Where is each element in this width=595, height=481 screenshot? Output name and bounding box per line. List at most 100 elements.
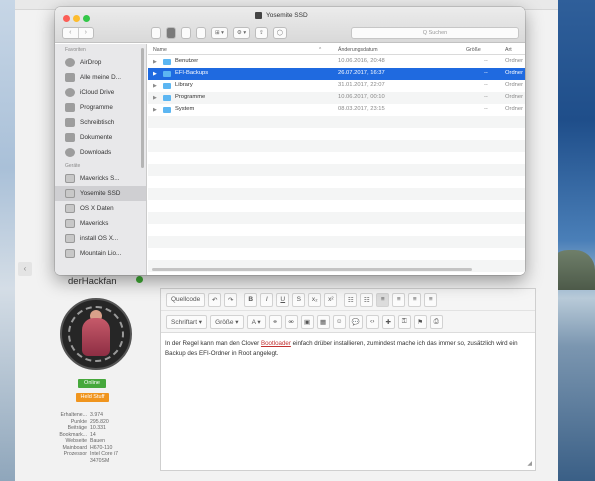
table-row[interactable]: ▶ Library 31.01.2017, 22:07 -- Ordner [148,80,525,92]
forward-button[interactable]: › [79,28,94,38]
collapse-arrow-icon[interactable]: ‹ [18,262,32,276]
resize-handle-icon[interactable]: ◢ [527,460,532,467]
column-size[interactable]: Größe [466,47,481,53]
subscript-button[interactable]: x₂ [308,292,322,307]
avatar[interactable] [60,298,132,370]
reply-editor[interactable]: Quellcode ↶ ↷ B I U S x₂ x² ☷ ☷ ≡ ≡ ≡ ≡ … [160,288,536,471]
table-row[interactable]: ▶ Benutzer 10.06.2016, 20:48 -- Ordner [148,56,525,68]
horizontal-scrollbar[interactable] [152,268,472,271]
align-right-button[interactable]: ≡ [408,292,422,307]
tag-button[interactable]: ◯ [272,27,287,39]
strikethrough-button[interactable]: S [292,292,306,307]
desktop-icon [65,118,75,127]
nav-buttons: ‹ › [62,27,94,39]
finder-toolbar: ⊞ ▾ ⚙ ▾ ⇪ ◯ [151,27,292,39]
table-icon[interactable]: ▦ [316,314,330,329]
sidebar-item-device[interactable]: Mavericks [55,216,146,231]
empty-row [148,236,525,248]
drive-icon [65,204,75,213]
download-icon [65,148,75,157]
link-icon[interactable]: ⚭ [268,314,282,329]
font-family-select[interactable]: Schriftart ▾ [166,314,208,329]
list-view-button[interactable] [166,27,176,39]
align-center-button[interactable]: ≡ [392,292,406,307]
code-icon[interactable]: ‹› [365,314,379,329]
unlink-icon[interactable]: ⚮ [284,314,298,329]
author-username[interactable]: derHackfan [68,276,117,287]
undo-button[interactable]: ↶ [208,292,222,307]
sidebar-item-device[interactable]: install OS X... [55,231,146,246]
editor-text[interactable]: In der Regel kann man den Clover Bootloa… [165,339,531,359]
bullet-list-button[interactable]: ☷ [344,292,358,307]
window-title: Yosemite SSD [255,12,308,19]
italic-button[interactable]: I [260,292,274,307]
table-row-selected[interactable]: ▶ EFI-Backups 26.07.2017, 16:37 -- Ordner [148,68,525,80]
bold-button[interactable]: B [244,292,258,307]
search-input[interactable]: Q Suchen [351,27,519,39]
disclosure-triangle-icon[interactable]: ▶ [153,107,157,113]
column-kind[interactable]: Art [505,47,512,53]
share-button[interactable]: ⇪ [255,27,268,39]
underline-button[interactable]: U [276,292,290,307]
redo-button[interactable]: ↷ [224,292,238,307]
document-icon [65,133,75,142]
sidebar-item-applications[interactable]: Programme [55,100,146,115]
sidebar-item-icloud[interactable]: iCloud Drive [55,85,146,100]
disclosure-triangle-icon[interactable]: ▶ [153,95,157,101]
font-size-select[interactable]: Größe ▾ [210,314,244,329]
smiley-icon[interactable]: ☺ [332,314,346,329]
sidebar-item-documents[interactable]: Dokumente [55,130,146,145]
flag-icon[interactable]: ⚑ [413,314,427,329]
finder-sidebar: Favoriten AirDrop Alle meine D... iCloud… [55,44,147,275]
disclosure-triangle-icon[interactable]: ▶ [153,83,157,89]
source-code-button[interactable]: Quellcode [166,292,206,307]
table-row[interactable]: ▶ Programme 10.06.2017, 00:10 -- Ordner [148,92,525,104]
applications-icon [65,103,75,112]
image-icon[interactable]: ▣ [300,314,314,329]
author-stats: Erhaltene... 3.974 Punkte 295.820 Beiträge… [52,412,152,464]
column-date[interactable]: Änderungsdatum [338,47,378,53]
table-row[interactable]: ▶ System 08.03.2017, 23:15 -- Ordner [148,104,525,116]
folder-icon [163,59,171,65]
disclosure-triangle-icon[interactable]: ▶ [153,59,157,65]
column-name[interactable]: Name [153,47,167,53]
sidebar-item-device[interactable]: Mountain Lio... [55,246,146,261]
sidebar-scrollbar[interactable] [141,48,144,168]
insert-icon[interactable]: ✚ [381,314,395,329]
sidebar-item-device-selected[interactable]: Yosemite SSD [55,186,146,201]
folder-icon [163,83,171,89]
drive-icon [65,249,75,258]
align-justify-button[interactable]: ≡ [424,292,438,307]
back-button[interactable]: ‹ [63,28,79,38]
sidebar-item-device[interactable]: Mavericks S... [55,171,146,186]
minimize-window-button[interactable] [73,15,80,22]
empty-row [148,188,525,200]
bootloader-link[interactable]: Bootloader [261,340,291,347]
action-gear-button[interactable]: ⚙ ▾ [232,27,251,39]
file-list: Name ⌃ Änderungsdatum Größe Art ▶ Benutz… [148,44,525,275]
spoiler-icon[interactable]: ⚿ [397,314,411,329]
text-color-select[interactable]: A ▾ [246,314,266,329]
sidebar-item-airdrop[interactable]: AirDrop [55,55,146,70]
arrange-button[interactable]: ⊞ ▾ [211,27,228,39]
sidebar-item-all-files[interactable]: Alle meine D... [55,70,146,85]
icon-view-button[interactable] [151,27,161,39]
column-view-button[interactable] [181,27,191,39]
editor-toolbar-insert: Schriftart ▾ Größe ▾ A ▾ ⚭ ⚮ ▣ ▦ ☺ 💬 ‹› … [161,311,535,333]
sidebar-item-downloads[interactable]: Downloads [55,145,146,160]
align-left-button[interactable]: ≡ [376,292,390,307]
airdrop-icon [65,58,75,67]
sidebar-item-device[interactable]: OS X Daten [55,201,146,216]
superscript-button[interactable]: x² [324,292,338,307]
window-title-text: Yosemite SSD [266,12,308,19]
disclosure-triangle-icon[interactable]: ▶ [153,71,157,77]
sort-chevron-icon[interactable]: ⌃ [318,47,322,53]
attachment-icon[interactable]: ⎙ [429,314,443,329]
gallery-view-button[interactable] [196,27,206,39]
sidebar-item-desktop[interactable]: Schreibtisch [55,115,146,130]
zoom-window-button[interactable] [83,15,90,22]
numbered-list-button[interactable]: ☷ [360,292,374,307]
close-window-button[interactable] [63,15,70,22]
post-author-column: derHackfan Online Held Stuff Erhaltene..… [52,276,152,476]
quote-icon[interactable]: 💬 [348,314,363,329]
